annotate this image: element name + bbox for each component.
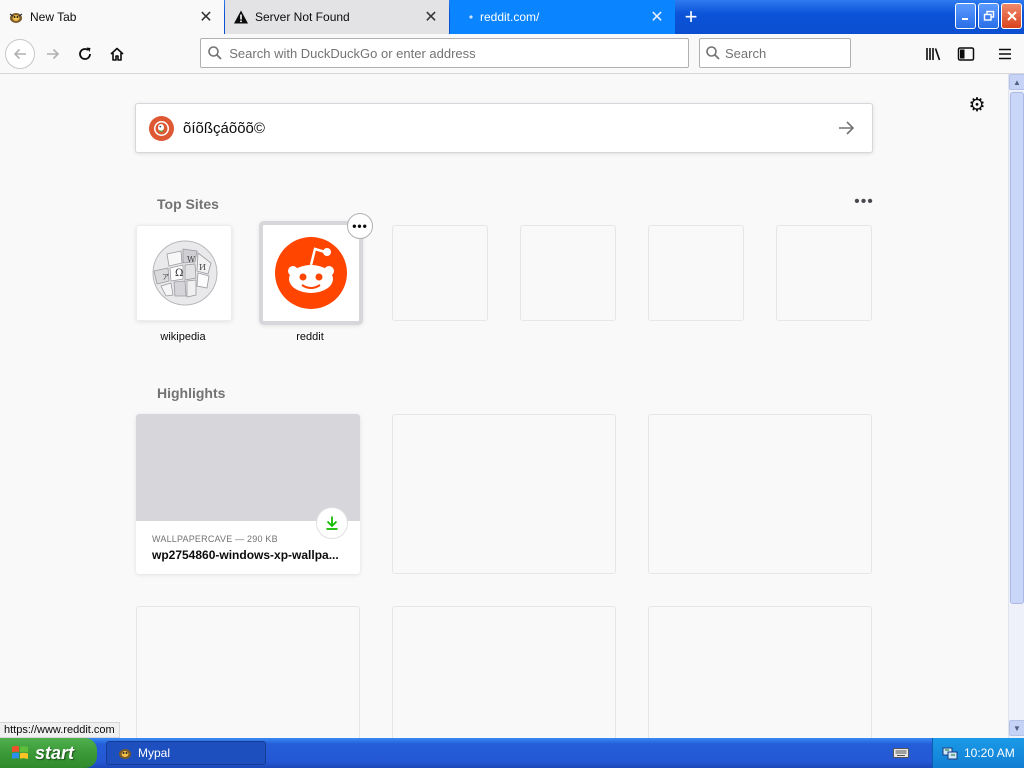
top-site-placeholder <box>392 225 488 321</box>
restore-button[interactable] <box>978 3 999 29</box>
highlight-placeholder <box>392 414 616 574</box>
arrow-right-icon[interactable] <box>835 120 857 136</box>
minimize-icon <box>961 18 968 20</box>
back-button[interactable] <box>5 39 35 69</box>
home-button[interactable] <box>102 39 132 69</box>
reddit-alien-icon <box>275 237 347 309</box>
tab-label: reddit.com/ <box>480 10 540 24</box>
download-icon <box>316 507 348 539</box>
highlight-placeholder <box>648 414 872 574</box>
close-window-button[interactable] <box>1001 3 1022 29</box>
tab-server-not-found[interactable]: Server Not Found ✕ <box>225 0 449 34</box>
warning-icon <box>233 9 249 25</box>
new-tab-button[interactable]: + <box>676 0 706 34</box>
duckduckgo-icon <box>149 115 174 141</box>
menu-button[interactable] <box>993 42 1017 66</box>
highlight-card[interactable]: WALLPAPERCAVE — 290 KB wp2754860-windows… <box>136 414 360 574</box>
search-bar[interactable] <box>699 38 851 68</box>
vertical-scrollbar[interactable]: ▲ ▼ <box>1008 74 1024 738</box>
sidebar-button[interactable] <box>954 42 978 66</box>
highlight-preview-image <box>136 414 360 521</box>
highlight-placeholder <box>392 606 616 738</box>
reload-icon <box>79 47 91 60</box>
scrollbar-thumb[interactable] <box>1010 92 1024 604</box>
close-tab-icon[interactable]: ✕ <box>196 7 216 27</box>
tab-label: New Tab <box>30 10 77 24</box>
highlight-placeholder <box>648 606 872 738</box>
clock[interactable]: 10:20 AM <box>964 746 1015 760</box>
network-icon[interactable] <box>942 745 958 761</box>
home-icon <box>110 47 124 61</box>
library-icon <box>926 48 941 61</box>
top-site-label: wikipedia <box>160 331 206 343</box>
scroll-down-icon[interactable]: ▼ <box>1009 720 1024 736</box>
address-bar[interactable] <box>200 38 689 68</box>
back-arrow-icon <box>13 48 26 60</box>
sidebar-icon <box>957 47 975 61</box>
search-query-text: õíõßçáõõõ© <box>183 119 265 137</box>
tab-label: Server Not Found <box>255 10 350 24</box>
more-options-icon[interactable]: ••• <box>852 192 876 212</box>
reload-button[interactable] <box>70 39 100 69</box>
library-button[interactable] <box>922 42 946 66</box>
start-label: start <box>35 742 75 763</box>
status-bar-url: https://www.reddit.com <box>0 722 120 738</box>
restore-icon <box>983 10 994 21</box>
top-site-reddit[interactable] <box>259 221 363 325</box>
page-search-box[interactable]: õíõßçáõõõ© <box>135 103 873 153</box>
svg-text:W: W <box>187 255 196 264</box>
taskbar-item-label: Mypal <box>138 746 171 760</box>
scroll-up-icon[interactable]: ▲ <box>1009 74 1024 90</box>
url-input[interactable] <box>229 45 688 61</box>
mypal-icon <box>8 9 24 25</box>
windows-taskbar: start Mypal 10:20 AM <box>0 738 1024 768</box>
highlight-placeholder <box>136 606 360 738</box>
hamburger-menu-icon <box>999 48 1011 60</box>
wikipedia-globe-icon: Ω W И ア <box>152 240 218 306</box>
forward-button[interactable] <box>38 39 68 69</box>
navigation-toolbar <box>0 34 1024 74</box>
svg-text:ア: ア <box>162 273 169 281</box>
svg-text:Ω: Ω <box>175 268 183 279</box>
top-site-placeholder <box>776 225 872 321</box>
search-icon <box>700 45 725 61</box>
minimize-button[interactable] <box>955 3 976 29</box>
gear-icon[interactable]: ⚙ <box>966 94 988 116</box>
windows-flag-icon <box>12 745 28 759</box>
close-tab-icon[interactable]: ✕ <box>647 7 667 27</box>
site-options-icon[interactable]: ••• <box>347 213 373 239</box>
highlight-context: WALLPAPERCAVE — 290 KB <box>152 534 278 544</box>
forward-arrow-icon <box>47 48 60 60</box>
search-input[interactable] <box>725 45 850 61</box>
close-icon <box>1006 11 1017 21</box>
highlight-title: wp2754860-windows-xp-wallpa... <box>152 548 339 562</box>
system-tray: 10:20 AM <box>932 738 1024 768</box>
tab-new-tab[interactable]: New Tab ✕ <box>0 0 224 34</box>
search-icon <box>201 45 229 61</box>
mypal-icon <box>117 745 133 761</box>
taskbar-item-mypal[interactable]: Mypal <box>106 741 266 765</box>
close-tab-icon[interactable]: ✕ <box>421 7 441 27</box>
top-site-placeholder <box>520 225 616 321</box>
top-sites-title: Top Sites <box>157 196 219 212</box>
top-site-placeholder <box>648 225 744 321</box>
start-button[interactable]: start <box>0 738 97 768</box>
loading-dot-icon <box>458 9 474 25</box>
svg-text:И: И <box>199 263 206 272</box>
plus-icon: + <box>684 4 698 29</box>
tab-reddit[interactable]: reddit.com/ ✕ <box>450 0 675 34</box>
keyboard-icon[interactable] <box>892 745 910 761</box>
tab-strip: New Tab ✕ Server Not Found ✕ reddit.com/… <box>0 0 1024 34</box>
new-tab-page: ⚙ õíõßçáõõõ© Top Sites ••• Ω W И ア wikip… <box>0 74 1008 738</box>
highlights-title: Highlights <box>157 385 226 401</box>
top-site-label: reddit <box>296 331 324 343</box>
top-site-wikipedia[interactable]: Ω W И ア <box>136 225 232 321</box>
